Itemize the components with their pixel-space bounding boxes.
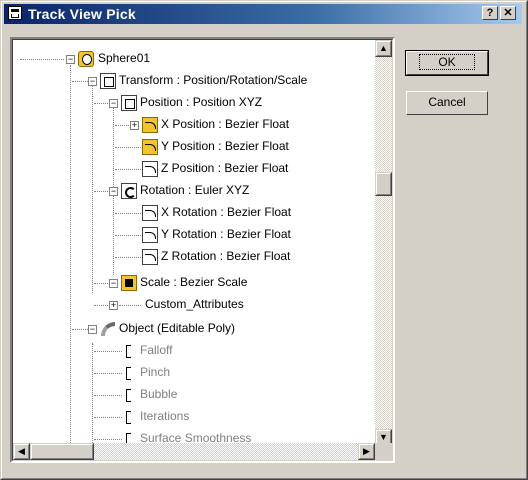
parameter-icon	[125, 388, 133, 402]
dialog-window: Track View Pick ? ✕ − Sphere01 − Transfo…	[0, 0, 528, 480]
bezier-curve-icon	[142, 117, 158, 133]
scroll-up-button[interactable]: ▲	[375, 40, 392, 57]
collapse-icon[interactable]: −	[88, 325, 97, 334]
cancel-button[interactable]: Cancel	[406, 91, 488, 115]
scale-icon	[121, 275, 137, 291]
tree-line	[72, 81, 88, 83]
window-title: Track View Pick	[28, 6, 136, 22]
tree-node-z-position[interactable]: Z Position : Bezier Float	[12, 159, 372, 179]
bezier-curve-icon	[142, 249, 158, 265]
position-icon	[121, 95, 137, 111]
tree-line	[94, 191, 110, 193]
node-label: Z Position : Bezier Float	[161, 161, 289, 175]
tree-line	[94, 283, 110, 285]
expand-icon[interactable]: +	[130, 121, 139, 130]
transform-icon	[100, 73, 116, 89]
bezier-curve-icon	[142, 139, 158, 155]
tree-line	[115, 213, 141, 215]
horizontal-scrollbar[interactable]: ◀ ▶	[13, 443, 375, 460]
node-label: Sphere01	[98, 51, 151, 65]
collapse-icon[interactable]: −	[88, 77, 97, 86]
bezier-curve-icon	[142, 161, 158, 177]
bezier-curve-icon	[142, 227, 158, 243]
parameter-icon	[125, 410, 133, 424]
horizontal-scroll-thumb[interactable]	[30, 443, 94, 460]
node-label: Position : Position XYZ	[140, 95, 263, 109]
tree-node-z-rotation[interactable]: Z Rotation : Bezier Float	[12, 247, 372, 267]
vertical-scrollbar[interactable]: ▲ ▼	[375, 40, 392, 446]
title-bar[interactable]: Track View Pick ? ✕	[4, 4, 522, 24]
collapse-icon[interactable]: −	[66, 55, 75, 64]
ok-button[interactable]: OK	[405, 50, 489, 76]
tree-line	[94, 351, 122, 353]
tree-node-iterations[interactable]: Iterations	[12, 407, 372, 427]
scroll-right-button[interactable]: ▶	[358, 443, 375, 460]
scroll-left-button[interactable]: ◀	[13, 443, 30, 460]
node-label: X Position : Bezier Float	[161, 117, 290, 131]
tree-node-falloff[interactable]: Falloff	[12, 341, 372, 361]
node-label: Iterations	[140, 409, 190, 423]
tree-line	[115, 257, 141, 259]
tree-node-rotation[interactable]: − Rotation : Euler XYZ	[12, 181, 372, 201]
app-icon	[8, 6, 22, 20]
node-label: Pinch	[140, 365, 171, 379]
sphere-icon	[78, 51, 94, 67]
collapse-icon[interactable]: −	[109, 187, 118, 196]
node-label: Y Position : Bezier Float	[161, 139, 289, 153]
node-label: Custom_Attributes	[145, 297, 244, 311]
scrollbar-corner	[375, 443, 392, 460]
ok-button-label: OK	[419, 54, 475, 70]
node-label: Scale : Bezier Scale	[140, 275, 248, 289]
tree-line	[115, 169, 141, 171]
node-label: Falloff	[140, 343, 173, 357]
tree-node-pinch[interactable]: Pinch	[12, 363, 372, 383]
node-label: Z Rotation : Bezier Float	[161, 249, 291, 263]
tree-line	[72, 329, 88, 331]
node-label: X Rotation : Bezier Float	[161, 205, 292, 219]
rotation-icon	[121, 183, 137, 199]
tree-node-bubble[interactable]: Bubble	[12, 385, 372, 405]
tree-node-y-rotation[interactable]: Y Rotation : Bezier Float	[12, 225, 372, 245]
tree-line	[94, 305, 110, 307]
expand-icon[interactable]: +	[109, 301, 118, 310]
tree-line	[94, 373, 122, 375]
collapse-icon[interactable]: −	[109, 279, 118, 288]
node-label: Rotation : Euler XYZ	[140, 183, 250, 197]
tree-line	[94, 439, 122, 441]
tree-node-x-position[interactable]: + X Position : Bezier Float	[12, 115, 372, 135]
parameter-icon	[125, 344, 133, 358]
tree-line	[115, 147, 141, 149]
tree-node-custom-attributes[interactable]: + Custom_Attributes	[12, 295, 372, 315]
parameter-icon	[125, 366, 133, 380]
collapse-icon[interactable]: −	[109, 99, 118, 108]
tree-line	[115, 235, 141, 237]
tree-node-sphere01[interactable]: − Sphere01	[12, 49, 372, 69]
tree-line	[94, 417, 122, 419]
tree-node-object[interactable]: − Object (Editable Poly)	[12, 319, 372, 339]
node-label: Y Rotation : Bezier Float	[161, 227, 291, 241]
bezier-curve-icon	[142, 205, 158, 221]
tree-node-transform[interactable]: − Transform : Position/Rotation/Scale	[12, 71, 372, 91]
node-label: Object (Editable Poly)	[119, 321, 236, 335]
tree-line	[115, 125, 131, 127]
tree-node-position[interactable]: − Position : Position XYZ	[12, 93, 372, 113]
node-label: Bubble	[140, 387, 178, 401]
tree-node-scale[interactable]: − Scale : Bezier Scale	[12, 273, 372, 293]
tree-line	[94, 395, 122, 397]
close-button[interactable]: ✕	[500, 6, 516, 20]
track-tree-view[interactable]: − Sphere01 − Transform : Position/Rotati…	[10, 37, 395, 463]
tree-line	[94, 103, 110, 105]
tree-node-x-rotation[interactable]: X Rotation : Bezier Float	[12, 203, 372, 223]
tree-line	[119, 305, 141, 307]
help-button[interactable]: ?	[482, 6, 498, 20]
tree-node-y-position[interactable]: Y Position : Bezier Float	[12, 137, 372, 157]
vertical-scroll-thumb[interactable]	[375, 172, 392, 196]
node-label: Transform : Position/Rotation/Scale	[119, 73, 308, 87]
editable-poly-icon	[100, 321, 116, 337]
